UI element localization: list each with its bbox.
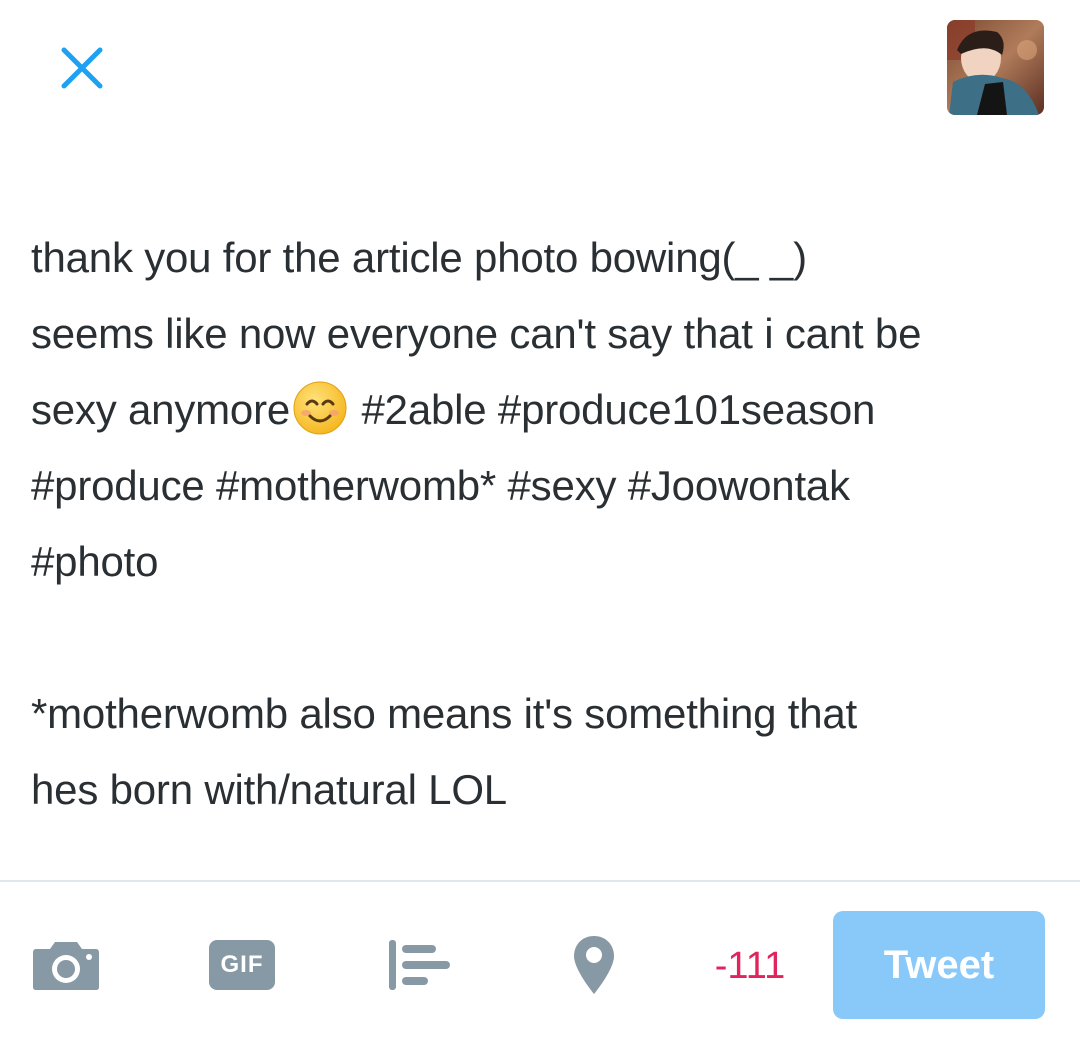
compose-text: sexy anymore (31, 386, 291, 433)
compose-text: #2able #produce101season (350, 386, 876, 433)
compose-line: thank you for the article photo bowing(_… (31, 234, 807, 281)
location-button[interactable] (566, 930, 622, 1000)
location-pin-icon (574, 936, 614, 994)
user-avatar[interactable] (947, 20, 1044, 115)
gif-button[interactable]: GIF (206, 930, 278, 1000)
character-counter: -111 (714, 945, 786, 987)
smiling-face-emoji (292, 380, 348, 436)
compose-line: #photo (31, 538, 159, 585)
close-icon (61, 47, 103, 89)
camera-button[interactable] (30, 930, 102, 1000)
close-button[interactable] (52, 38, 112, 98)
poll-button[interactable] (382, 930, 456, 1000)
tweet-button[interactable]: Tweet (833, 911, 1045, 1019)
poll-icon (389, 940, 450, 990)
compose-line: seems like now everyone can't say that i… (31, 310, 922, 357)
compose-line: #produce #motherwomb* #sexy #Joowontak (31, 462, 850, 509)
avatar-image (947, 20, 1044, 115)
toolbar-divider (0, 880, 1080, 882)
camera-icon (33, 942, 99, 990)
gif-label: GIF (209, 940, 275, 990)
compose-line: *motherwomb also means it's something th… (31, 690, 858, 737)
tweet-compose-text[interactable]: thank you for the article photo bowing(_… (31, 220, 1061, 828)
compose-line: sexy anymore #2able #produce101season (31, 372, 1061, 448)
compose-line: hes born with/natural LOL (31, 766, 507, 813)
